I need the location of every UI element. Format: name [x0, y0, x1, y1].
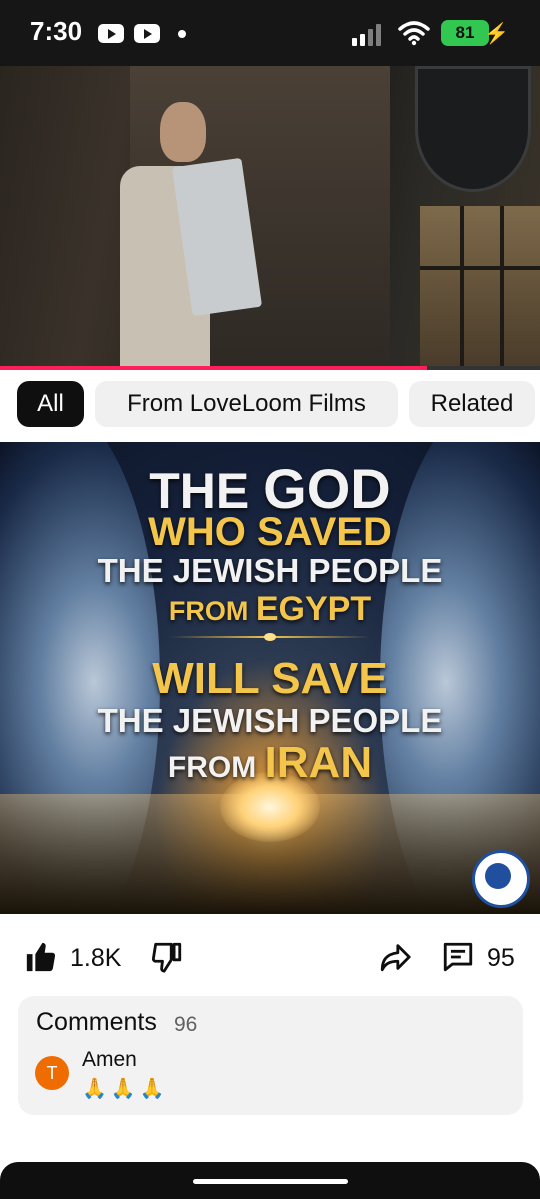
chip-all[interactable]: All [17, 381, 84, 427]
poster-line-5: WILL SAVE [152, 654, 388, 703]
share-icon[interactable] [378, 940, 412, 974]
poster-divider [170, 633, 370, 641]
like-count: 1.8K [70, 944, 122, 972]
youtube-notification-icon [134, 24, 160, 43]
wifi-icon [398, 21, 430, 46]
status-time: 7:30 [30, 16, 83, 46]
poster-line-6: THE JEWISH PEOPLE [97, 702, 443, 739]
like-icon[interactable] [24, 940, 58, 974]
comment-count: 95 [487, 944, 515, 972]
comments-count: 96 [174, 1013, 198, 1036]
avatar: T [35, 1056, 69, 1090]
post-actions: 1.8K 95 [0, 914, 540, 998]
youtube-notification-icon [98, 24, 124, 43]
poster-line-2: WHO SAVED [148, 510, 392, 554]
filter-chips: All From LoveLoom Films Related [0, 370, 540, 442]
chip-from-channel[interactable]: From LoveLoom Films [95, 381, 398, 427]
channel-seal-logo [472, 850, 530, 908]
comment-text: Amen [82, 1048, 137, 1071]
dislike-icon[interactable] [150, 940, 184, 974]
comment-emoji: 🙏🙏🙏 [82, 1078, 169, 1100]
charging-bolt-icon: ⚡ [484, 23, 509, 45]
comment-icon[interactable] [440, 940, 476, 974]
more-notifications-dot-icon [178, 30, 186, 38]
poster-line-4: FROM EGYPT [168, 590, 372, 628]
battery-level: 81 [441, 20, 489, 46]
video-player[interactable] [0, 66, 540, 368]
comments-panel[interactable]: Comments 96 T Amen 🙏🙏🙏 [18, 996, 523, 1115]
poster-line-3: THE JEWISH PEOPLE [97, 552, 443, 589]
home-indicator[interactable] [193, 1179, 348, 1184]
post-image[interactable]: THE GOD WHO SAVED THE JEWISH PEOPLE FROM… [0, 442, 540, 914]
poster-line-7: FROM IRAN [167, 738, 373, 787]
cellular-signal-icon [352, 22, 390, 46]
comments-title: Comments [36, 1008, 157, 1036]
chip-related[interactable]: Related [409, 381, 535, 427]
status-bar: 7:30 81 ⚡ [0, 0, 540, 66]
